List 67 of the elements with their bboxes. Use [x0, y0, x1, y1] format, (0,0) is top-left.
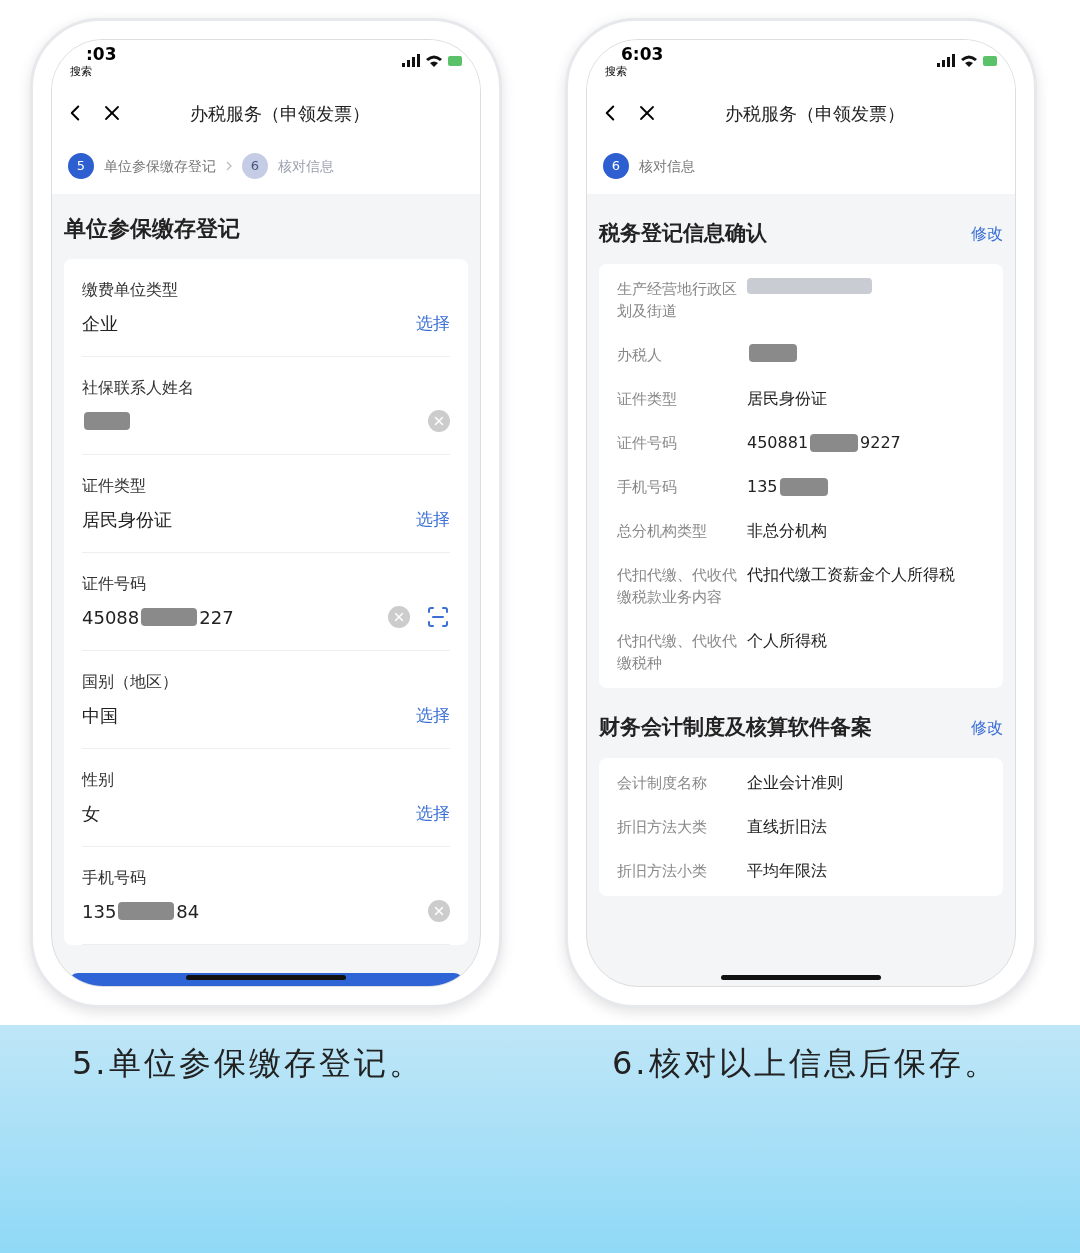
info-value: 直线折旧法: [747, 816, 827, 838]
info-label: 证件类型: [617, 389, 678, 410]
edit-link[interactable]: 修改: [971, 222, 1003, 246]
info-value: 代扣代缴工资薪金个人所得税: [747, 564, 955, 586]
section-title: 单位参保缴存登记: [64, 214, 241, 243]
info-label: 手机号码: [617, 477, 678, 498]
info-value: 个人所得税: [747, 630, 827, 652]
select-link[interactable]: 选择: [416, 310, 450, 337]
field-value: 45088: [82, 605, 140, 630]
edit-link[interactable]: 修改: [971, 716, 1003, 740]
wifi-icon: [961, 54, 977, 67]
info-value: 9227: [860, 432, 901, 454]
field-value: 135: [82, 899, 117, 924]
back-to-app-label[interactable]: 搜索: [70, 66, 117, 77]
chevron-right-icon: [226, 161, 232, 171]
info-label: 办税人: [617, 345, 663, 366]
info-value: 企业会计准则: [747, 772, 843, 794]
info-value: 居民身份证: [747, 388, 827, 410]
info-label: 证件号码: [617, 433, 678, 454]
wifi-icon: [426, 54, 442, 67]
field-value: 中国: [82, 703, 118, 728]
info-value: 135: [747, 476, 778, 498]
info-label: 折旧方法小类: [617, 861, 708, 882]
field-label: 国别（地区）: [82, 671, 179, 694]
step-caption: 5.单位参保缴存登记。: [71, 1043, 425, 1084]
step-caption: 6.核对以上信息后保存。: [611, 1043, 1000, 1084]
info-value: 非总分机构: [747, 520, 827, 542]
field-value: 企业: [82, 311, 118, 336]
step-number: 6: [603, 153, 629, 179]
back-to-app-label[interactable]: 搜索: [605, 66, 664, 77]
field-label: 证件号码: [82, 573, 147, 596]
info-label: 代扣代缴、代收代缴税种: [617, 631, 738, 674]
info-value: 450881: [747, 432, 809, 454]
field-label: 手机号码: [82, 867, 147, 890]
page-title: 办税服务（申领发票）: [725, 101, 905, 126]
field-value: 女: [82, 801, 100, 826]
battery-icon: [448, 55, 462, 66]
step-label: 核对信息: [639, 156, 695, 176]
page-title: 办税服务（申领发票）: [190, 101, 370, 126]
info-label: 折旧方法大类: [617, 817, 708, 838]
section-title: 税务登记信息确认: [599, 220, 767, 248]
field-value: 居民身份证: [82, 507, 172, 532]
scan-icon[interactable]: [426, 605, 450, 630]
step-number: 6: [242, 153, 268, 179]
info-label: 总分机构类型: [617, 521, 708, 542]
select-link[interactable]: 选择: [416, 702, 450, 729]
section-title: 财务会计制度及核算软件备案: [599, 714, 872, 742]
field-value: 227: [199, 605, 234, 630]
field-value: 84: [176, 899, 200, 924]
select-link[interactable]: 选择: [416, 800, 450, 827]
info-label: 会计制度名称: [617, 773, 708, 794]
field-label: 社保联系人姓名: [82, 377, 195, 400]
status-time: 6:03: [621, 46, 664, 63]
step-number: 5: [68, 153, 94, 179]
step-label: 单位参保缴存登记: [104, 156, 216, 176]
signal-icon: [402, 54, 420, 67]
field-label: 证件类型: [82, 475, 147, 498]
field-label: 性别: [82, 769, 115, 792]
info-label: 代扣代缴、代收代缴税款业务内容: [617, 565, 738, 608]
select-link[interactable]: 选择: [416, 506, 450, 533]
step-label: 核对信息: [278, 156, 334, 176]
field-label: 缴费单位类型: [82, 279, 179, 302]
info-value: 平均年限法: [747, 860, 827, 882]
status-time: :03: [86, 46, 117, 63]
signal-icon: [937, 54, 955, 67]
info-label: 生产经营地行政区划及街道: [617, 279, 738, 322]
battery-icon: [983, 55, 997, 66]
